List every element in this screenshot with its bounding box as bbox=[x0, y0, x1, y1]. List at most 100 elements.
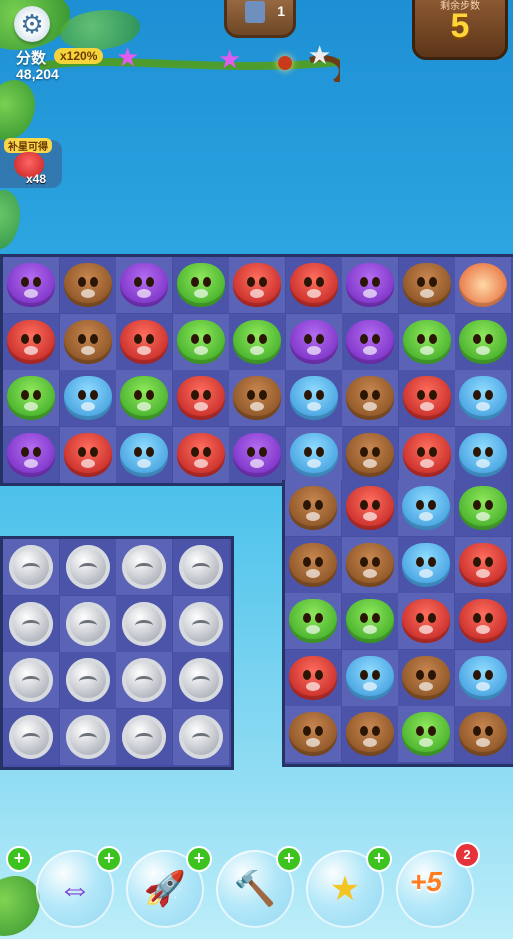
board-cell[interactable] bbox=[172, 708, 229, 765]
eye bbox=[33, 446, 41, 457]
board-cell[interactable] bbox=[3, 708, 59, 765]
board-cell[interactable] bbox=[342, 370, 398, 426]
add-booster-button[interactable]: + bbox=[96, 846, 122, 872]
settings-button[interactable]: ⚙ bbox=[14, 6, 50, 42]
coin-icon bbox=[178, 658, 223, 702]
top-booster[interactable]: 1 bbox=[224, 0, 296, 38]
board-cell[interactable] bbox=[172, 370, 229, 426]
board-cell[interactable] bbox=[454, 706, 511, 762]
board-cell[interactable] bbox=[455, 426, 511, 483]
board-cell[interactable] bbox=[59, 652, 116, 708]
board-cell[interactable] bbox=[342, 426, 398, 483]
eye bbox=[247, 390, 255, 400]
board-cell[interactable] bbox=[454, 593, 511, 649]
board-cell[interactable] bbox=[455, 370, 511, 426]
board-cell[interactable] bbox=[341, 706, 398, 762]
eye bbox=[202, 446, 211, 457]
add-booster-button[interactable]: + bbox=[276, 846, 302, 872]
board-cell[interactable] bbox=[3, 652, 59, 708]
eye bbox=[372, 333, 380, 344]
board-cell[interactable] bbox=[116, 539, 172, 595]
board-cell[interactable] bbox=[341, 593, 398, 649]
board-cell[interactable] bbox=[455, 313, 511, 370]
board-cell[interactable] bbox=[398, 593, 454, 649]
board-cell[interactable] bbox=[285, 536, 341, 593]
eye bbox=[89, 390, 98, 400]
board-cell[interactable] bbox=[398, 313, 455, 370]
board-cell[interactable] bbox=[398, 649, 454, 706]
board-cell[interactable] bbox=[285, 426, 342, 483]
add-booster-button[interactable]: + bbox=[186, 846, 212, 872]
snout bbox=[250, 458, 264, 468]
board-cell[interactable] bbox=[59, 539, 116, 595]
board-cell[interactable] bbox=[116, 652, 172, 708]
eye bbox=[472, 556, 481, 567]
board-cell[interactable] bbox=[116, 708, 172, 765]
board-cell[interactable] bbox=[172, 313, 229, 370]
board-cell[interactable] bbox=[454, 649, 511, 706]
board-cell[interactable] bbox=[229, 257, 285, 313]
board-cell[interactable] bbox=[342, 313, 398, 370]
eye bbox=[303, 446, 312, 457]
eye bbox=[371, 669, 380, 680]
board-cell[interactable] bbox=[172, 426, 229, 483]
snout bbox=[419, 568, 433, 578]
board-cell[interactable] bbox=[398, 257, 455, 313]
board-cell[interactable] bbox=[454, 480, 511, 536]
board-cell[interactable] bbox=[116, 595, 172, 652]
snout bbox=[137, 402, 151, 411]
frog-icon bbox=[176, 319, 225, 364]
board-cell[interactable] bbox=[285, 370, 342, 426]
bear-icon bbox=[233, 376, 281, 420]
board-cell[interactable] bbox=[59, 426, 116, 483]
board-cell[interactable] bbox=[398, 536, 454, 593]
board-cell[interactable] bbox=[59, 257, 116, 313]
add-booster-button[interactable]: + bbox=[6, 846, 32, 872]
board-cell[interactable] bbox=[116, 370, 172, 426]
board-cell[interactable] bbox=[3, 595, 59, 652]
board-cell[interactable] bbox=[116, 426, 172, 483]
eye bbox=[202, 390, 211, 400]
board-cell[interactable] bbox=[342, 257, 398, 313]
board-cell[interactable] bbox=[172, 257, 229, 313]
board-cell[interactable] bbox=[3, 539, 59, 595]
board-cell[interactable] bbox=[285, 480, 341, 536]
board-cell[interactable] bbox=[59, 370, 116, 426]
board-cell[interactable] bbox=[3, 313, 59, 370]
board-cell[interactable] bbox=[341, 480, 398, 536]
board-cell[interactable] bbox=[116, 313, 172, 370]
board-cell[interactable] bbox=[398, 426, 455, 483]
board-cell[interactable] bbox=[398, 706, 454, 762]
eye bbox=[33, 333, 41, 344]
board-cell[interactable] bbox=[285, 257, 342, 313]
score-value: 48,204 bbox=[16, 66, 59, 82]
board-cell[interactable] bbox=[341, 649, 398, 706]
board-cell[interactable] bbox=[172, 539, 229, 595]
board-cell[interactable] bbox=[229, 313, 285, 370]
board-cell[interactable] bbox=[341, 536, 398, 593]
board-cell[interactable] bbox=[3, 370, 59, 426]
board-cell[interactable] bbox=[229, 370, 285, 426]
board-cell[interactable] bbox=[3, 257, 59, 313]
board-cell[interactable] bbox=[398, 370, 455, 426]
board-cell[interactable] bbox=[172, 652, 229, 708]
board-cell[interactable] bbox=[59, 595, 116, 652]
board-cell[interactable] bbox=[285, 649, 341, 706]
owl-icon bbox=[289, 319, 338, 364]
board-cell[interactable] bbox=[59, 313, 116, 370]
add-booster-button[interactable]: + bbox=[366, 846, 392, 872]
board-cell[interactable] bbox=[398, 480, 454, 536]
board-cell[interactable] bbox=[3, 426, 59, 483]
bonus-reward-panel: 补星可得 x48 bbox=[0, 138, 62, 188]
board-cell[interactable] bbox=[455, 257, 511, 313]
board-cell[interactable] bbox=[229, 426, 285, 483]
fish-icon: ⇔ bbox=[58, 870, 92, 908]
progress-marker bbox=[278, 56, 292, 70]
board-cell[interactable] bbox=[59, 708, 116, 765]
board-cell[interactable] bbox=[285, 313, 342, 370]
board-cell[interactable] bbox=[285, 706, 341, 762]
board-cell[interactable] bbox=[172, 595, 229, 652]
board-cell[interactable] bbox=[285, 593, 341, 649]
board-cell[interactable] bbox=[116, 257, 172, 313]
board-cell[interactable] bbox=[454, 536, 511, 593]
